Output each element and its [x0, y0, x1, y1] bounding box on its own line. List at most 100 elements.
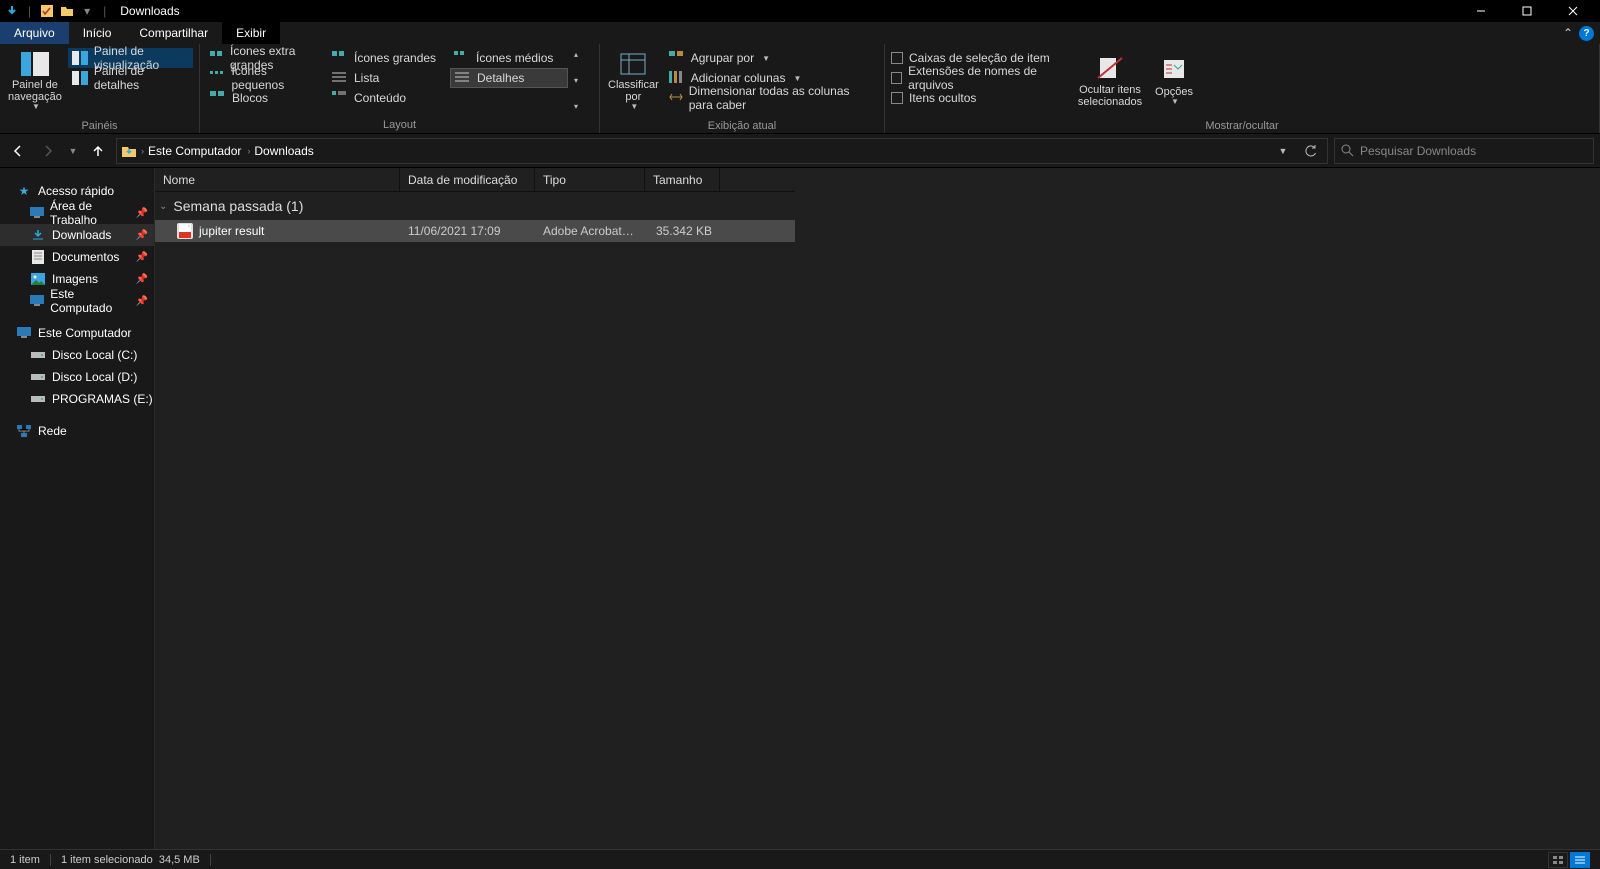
- file-name: jupiter result: [199, 224, 264, 238]
- help-icon[interactable]: ?: [1579, 26, 1594, 41]
- sidebar-documents[interactable]: Documentos📌: [0, 246, 154, 268]
- show-hide-group-label: Mostrar/ocultar: [885, 118, 1599, 134]
- chevron-down-icon: ▼: [762, 54, 770, 63]
- address-dropdown[interactable]: ▼: [1271, 139, 1295, 163]
- sidebar-disk-d[interactable]: Disco Local (D:): [0, 366, 154, 388]
- details-pane-icon: [72, 71, 88, 85]
- details-view-button[interactable]: Detalhes: [450, 68, 568, 88]
- main-area: ★Acesso rápido Área de Trabalho📌 Downloa…: [0, 168, 1600, 849]
- current-view-group-label: Exibição atual: [600, 118, 884, 134]
- layout-up-icon[interactable]: ▴: [574, 50, 578, 59]
- file-ext-checkbox[interactable]: Extensões de nomes de arquivos: [891, 68, 1071, 88]
- sidebar-downloads[interactable]: Downloads📌: [0, 224, 154, 246]
- sidebar-network[interactable]: Rede: [0, 420, 154, 442]
- chevron-down-icon: ▼: [1171, 98, 1179, 107]
- qat-dropdown-icon[interactable]: ▾: [79, 3, 95, 19]
- recent-dropdown[interactable]: ▼: [66, 139, 80, 163]
- tab-file[interactable]: Arquivo: [0, 22, 69, 44]
- navigation-pane-label: Painel de navegação: [8, 79, 62, 103]
- maximize-button[interactable]: [1504, 0, 1550, 22]
- search-icon: [1341, 144, 1354, 157]
- group-icon: [669, 51, 685, 65]
- star-icon: ★: [16, 184, 32, 198]
- column-headers: Nome Data de modificação Tipo Tamanho: [155, 168, 795, 192]
- drive-icon: [30, 350, 46, 360]
- col-date[interactable]: Data de modificação: [400, 168, 535, 191]
- chevron-down-icon: ▼: [630, 103, 638, 112]
- sort-by-button[interactable]: Classificar por ▼: [606, 48, 661, 114]
- title-bar: | ▾ | Downloads: [0, 0, 1600, 22]
- file-list: Nome Data de modificação Tipo Tamanho ⌄ …: [155, 168, 1600, 849]
- view-thumbnails-button[interactable]: [1548, 852, 1568, 868]
- refresh-button[interactable]: [1299, 139, 1323, 163]
- list-button[interactable]: Lista: [328, 68, 446, 88]
- pin-icon: 📌: [136, 252, 148, 263]
- navigation-pane-button[interactable]: Painel de navegação ▼: [6, 48, 64, 114]
- tab-view[interactable]: Exibir: [222, 22, 280, 44]
- content-button[interactable]: Conteúdo: [328, 88, 446, 108]
- icons-icon: [332, 51, 348, 65]
- tab-share[interactable]: Compartilhar: [125, 22, 222, 44]
- layout-down-icon[interactable]: ▾: [574, 76, 578, 85]
- group-by-button[interactable]: Agrupar por▼: [665, 48, 878, 68]
- chevron-down-icon: ⌄: [159, 201, 167, 212]
- tiles-button[interactable]: Blocos: [206, 88, 324, 108]
- details-icon: [455, 71, 471, 85]
- tab-home[interactable]: Início: [69, 22, 126, 44]
- group-header[interactable]: ⌄ Semana passada (1): [155, 192, 795, 220]
- chevron-right-icon[interactable]: ›: [141, 146, 144, 156]
- medium-icons-button[interactable]: Ícones médios: [450, 48, 568, 68]
- col-type[interactable]: Tipo: [535, 168, 645, 191]
- desktop-icon: [30, 207, 44, 219]
- view-details-button[interactable]: [1570, 852, 1590, 868]
- sidebar-this-pc-pinned[interactable]: Este Computado📌: [0, 290, 154, 312]
- pictures-icon: [30, 273, 46, 285]
- sidebar-desktop[interactable]: Área de Trabalho📌: [0, 202, 154, 224]
- breadcrumb-downloads[interactable]: Downloads: [254, 144, 313, 158]
- sidebar-programas[interactable]: PROGRAMAS (E:): [0, 388, 154, 410]
- pc-icon: [30, 295, 44, 307]
- tiles-icon: [210, 91, 226, 105]
- breadcrumb-this-pc[interactable]: Este Computador›: [148, 144, 250, 158]
- up-button[interactable]: [86, 139, 110, 163]
- checkbox-icon: [891, 52, 903, 64]
- search-box[interactable]: Pesquisar Downloads: [1334, 138, 1594, 164]
- checkbox-icon: [891, 92, 903, 104]
- file-row[interactable]: jupiter result 11/06/2021 17:09 Adobe Ac…: [155, 220, 795, 242]
- quick-launch: | ▾ |: [4, 3, 110, 19]
- large-icons-button[interactable]: Ícones grandes: [328, 48, 446, 68]
- qat-icon-1[interactable]: [39, 3, 55, 19]
- sidebar-this-pc[interactable]: Este Computador: [0, 322, 154, 344]
- details-pane-label: Painel de detalhes: [94, 64, 189, 92]
- icons-icon: [454, 51, 470, 65]
- close-button[interactable]: [1550, 0, 1596, 22]
- details-pane-button[interactable]: Painel de detalhes: [68, 68, 193, 88]
- ribbon: Painel de navegação ▼ Painel de visualiz…: [0, 44, 1600, 134]
- options-button[interactable]: Opções ▼: [1149, 48, 1199, 114]
- col-size[interactable]: Tamanho: [645, 168, 720, 191]
- search-placeholder: Pesquisar Downloads: [1360, 144, 1476, 158]
- minimize-button[interactable]: [1458, 0, 1504, 22]
- panes-group-label: Painéis: [0, 118, 199, 134]
- status-count: 1 item: [10, 854, 40, 866]
- layout-more-icon[interactable]: ▾: [574, 102, 578, 111]
- folder-icon[interactable]: [59, 3, 75, 19]
- hidden-items-checkbox[interactable]: Itens ocultos: [891, 88, 1071, 108]
- hide-selected-button[interactable]: Ocultar itens selecionados: [1075, 48, 1145, 114]
- navigation-bar: ▼ › Este Computador› Downloads ▼ Pesquis…: [0, 134, 1600, 168]
- small-icons-button[interactable]: Ícones pequenos: [206, 68, 324, 88]
- forward-button[interactable]: [36, 139, 60, 163]
- separator: [50, 854, 51, 866]
- size-columns-button[interactable]: Dimensionar todas as colunas para caber: [665, 88, 878, 108]
- status-bar: 1 item 1 item selecionado 34,5 MB: [0, 849, 1600, 869]
- pin-icon: 📌: [136, 296, 148, 307]
- sidebar-disk-c[interactable]: Disco Local (C:): [0, 344, 154, 366]
- col-name[interactable]: Nome: [155, 168, 400, 191]
- file-size: 35.342 KB: [645, 224, 720, 238]
- icons-icon: [210, 51, 224, 65]
- back-button[interactable]: [6, 139, 30, 163]
- collapse-ribbon-icon[interactable]: ⌃: [1563, 26, 1573, 40]
- address-bar[interactable]: › Este Computador› Downloads ▼: [116, 138, 1328, 164]
- icons-icon: [210, 71, 226, 85]
- status-selected: 1 item selecionado 34,5 MB: [61, 854, 200, 866]
